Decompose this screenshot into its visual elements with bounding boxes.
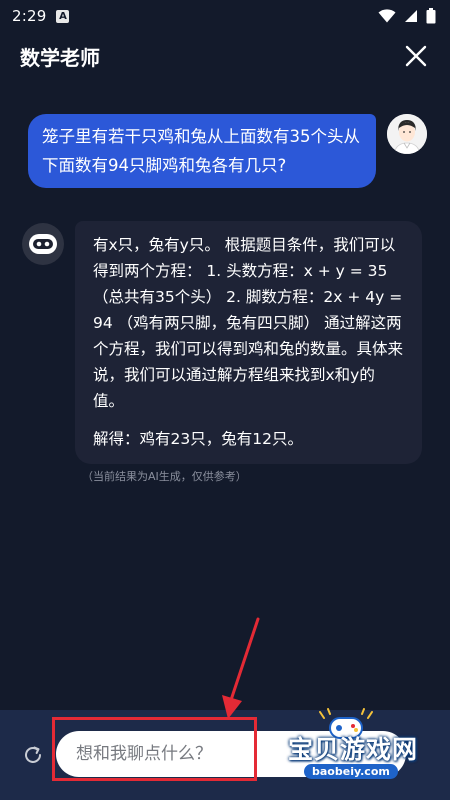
ai-disclaimer: （当前结果为AI生成，仅供参考） (82, 470, 247, 483)
refresh-button[interactable] (20, 742, 46, 768)
user-avatar-icon (387, 114, 427, 154)
user-message-bubble: 笼子里有若干只鸡和兔从上面数有35个头从下面数有94只脚鸡和兔各有几只? (28, 114, 376, 188)
input-bar (0, 710, 450, 800)
close-icon (405, 45, 427, 67)
user-message-text: 笼子里有若干只鸡和兔从上面数有35个头从下面数有94只脚鸡和兔各有几只? (42, 127, 360, 175)
wifi-icon (378, 9, 396, 23)
user-avatar (387, 114, 427, 154)
app-header: 数学老师 (0, 32, 450, 80)
bot-message-answer: 解得：鸡有23只，兔有12只。 (93, 430, 303, 448)
battery-icon (426, 8, 436, 24)
robot-icon (29, 234, 57, 254)
signal-icon (405, 10, 417, 22)
close-button[interactable] (402, 42, 430, 70)
status-bar: 2:29 A (0, 0, 450, 32)
chat-input[interactable] (76, 744, 286, 764)
bot-avatar (22, 223, 64, 265)
notification-icon: A (56, 9, 70, 23)
status-icons (378, 8, 436, 24)
bot-message-bubble: 有x只，兔有y只。 根据题目条件，我们可以得到两个方程： 1. 头数方程：x +… (75, 221, 422, 464)
chat-input-container[interactable] (56, 731, 406, 777)
chat-area: 笼子里有若干只鸡和兔从上面数有35个头从下面数有94只脚鸡和兔各有几只? 有x只… (0, 80, 450, 710)
bot-message-text: 有x只，兔有y只。 根据题目条件，我们可以得到两个方程： 1. 头数方程：x +… (93, 236, 404, 410)
refresh-icon (25, 746, 41, 763)
status-time: 2:29 (12, 7, 47, 25)
page-title: 数学老师 (20, 45, 100, 70)
